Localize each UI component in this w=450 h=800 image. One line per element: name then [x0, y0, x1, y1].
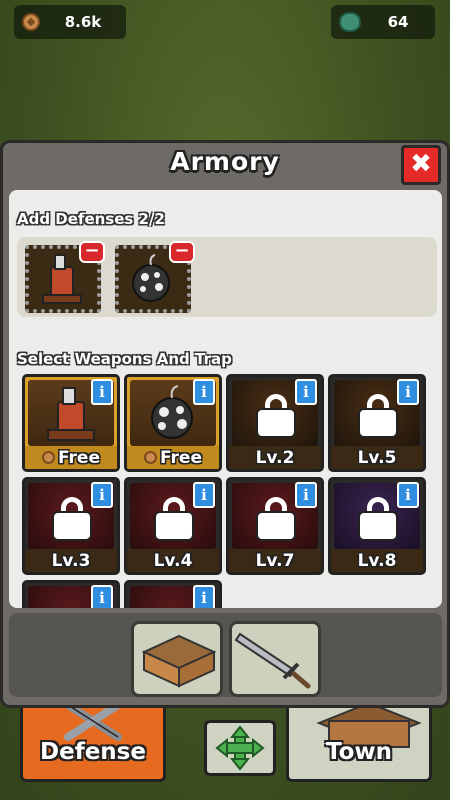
- added-defenses-title: Add Defenses 2/2: [17, 210, 165, 228]
- weapon-card-locked[interactable]: i Lv.2: [226, 374, 324, 472]
- info-button[interactable]: i: [91, 585, 113, 608]
- armory-content[interactable]: Add Defenses 2/2 − − Select Weapons And …: [9, 190, 442, 608]
- coin-counter: 8.6k: [14, 5, 126, 39]
- gem-counter: 64: [331, 5, 435, 39]
- gem-value: 64: [387, 13, 409, 31]
- coin-value: 8.6k: [64, 13, 102, 31]
- lock-icon: [54, 497, 90, 539]
- close-button[interactable]: ✖: [401, 145, 441, 185]
- remove-badge[interactable]: −: [169, 241, 195, 263]
- category-tray: [9, 613, 442, 697]
- price-label: Free: [58, 447, 100, 468]
- weapon-card-locked[interactable]: i Lv.4: [124, 477, 222, 575]
- added-slot-flamethrower[interactable]: −: [25, 241, 105, 313]
- level-label: Lv.2: [255, 447, 295, 468]
- card-footer: Lv.7: [229, 549, 321, 572]
- info-button[interactable]: i: [91, 482, 113, 508]
- close-x-icon: ✖: [410, 149, 432, 179]
- building-icon: [141, 634, 217, 688]
- armory-modal: Armory ✖ Add Defenses 2/2 − − Select Wea…: [0, 140, 450, 708]
- buildings-tab[interactable]: [131, 621, 223, 697]
- coin-icon: [42, 451, 56, 464]
- move-button[interactable]: [204, 720, 276, 776]
- weapon-card-locked[interactable]: i Lv.5: [328, 374, 426, 472]
- modal-title: Armory: [170, 147, 280, 176]
- added-defenses-panel: − −: [17, 237, 437, 317]
- card-footer: Free: [127, 446, 219, 469]
- lock-icon: [258, 497, 294, 539]
- card-footer: Lv.4: [127, 549, 219, 572]
- info-button[interactable]: i: [397, 482, 419, 508]
- weapons-tab[interactable]: [229, 621, 321, 697]
- info-button[interactable]: i: [193, 482, 215, 508]
- card-footer: Free: [25, 446, 117, 469]
- move-arrows-icon: [215, 725, 265, 771]
- info-button[interactable]: i: [295, 379, 317, 405]
- card-footer: Lv.8: [331, 549, 423, 572]
- info-button[interactable]: i: [193, 379, 215, 405]
- gem-icon: [339, 12, 361, 32]
- weapon-card-locked[interactable]: i Lv.8: [328, 477, 426, 575]
- weapon-card-locked[interactable]: i: [22, 580, 120, 608]
- info-button[interactable]: i: [397, 379, 419, 405]
- weapon-card-locked[interactable]: i Lv.7: [226, 477, 324, 575]
- weapon-card-locked[interactable]: i: [124, 580, 222, 608]
- price-label: Free: [160, 447, 202, 468]
- card-footer: Lv.3: [25, 549, 117, 572]
- defense-button[interactable]: Defense: [20, 700, 166, 782]
- town-button[interactable]: Town: [286, 700, 432, 782]
- lock-icon: [258, 394, 294, 436]
- coin-icon: [22, 13, 40, 31]
- town-label: Town: [325, 739, 393, 765]
- lock-icon: [360, 394, 396, 436]
- weapon-card-flamethrower[interactable]: i Free: [22, 374, 120, 472]
- info-button[interactable]: i: [193, 585, 215, 608]
- info-button[interactable]: i: [91, 379, 113, 405]
- level-label: Lv.7: [255, 550, 295, 571]
- level-label: Lv.5: [357, 447, 397, 468]
- sword-icon: [234, 632, 311, 689]
- added-slot-bomb[interactable]: −: [115, 241, 195, 313]
- coin-icon: [144, 451, 158, 464]
- card-footer: Lv.2: [229, 446, 321, 469]
- card-footer: Lv.5: [331, 446, 423, 469]
- info-button[interactable]: i: [295, 482, 317, 508]
- remove-badge[interactable]: −: [79, 241, 105, 263]
- level-label: Lv.4: [153, 550, 193, 571]
- level-label: Lv.3: [51, 550, 91, 571]
- weapon-card-locked[interactable]: i Lv.3: [22, 477, 120, 575]
- select-weapons-title: Select Weapons And Trap: [17, 350, 232, 368]
- lock-icon: [156, 497, 192, 539]
- defense-label: Defense: [40, 739, 146, 765]
- lock-icon: [360, 497, 396, 539]
- weapon-card-bomb[interactable]: i Free: [124, 374, 222, 472]
- level-label: Lv.8: [357, 550, 397, 571]
